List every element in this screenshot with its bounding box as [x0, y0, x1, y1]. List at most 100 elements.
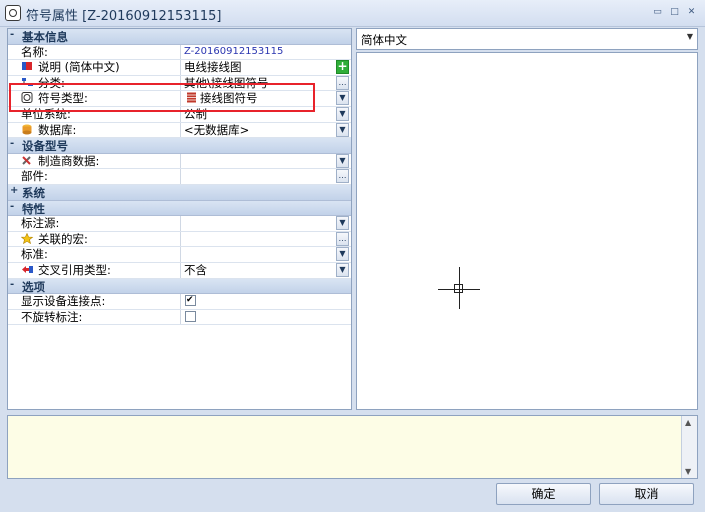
property-row[interactable]: 数据库: <无数据库> ▼ [8, 122, 351, 139]
property-value[interactable] [182, 310, 337, 325]
property-row[interactable]: 不旋转标注: [8, 309, 351, 326]
highlight-box [9, 83, 315, 112]
checkbox[interactable] [185, 294, 196, 307]
vertical-scrollbar[interactable]: ▲ ▼ [681, 416, 697, 478]
property-row[interactable]: 部件: … [8, 169, 351, 185]
category-header[interactable]: - 选项 [8, 278, 351, 295]
language-select[interactable]: 简体中文 ▼ [356, 28, 698, 50]
category-header[interactable]: + 系统 [8, 184, 351, 201]
property-value[interactable]: <无数据库> [182, 123, 337, 138]
property-row[interactable]: 交叉引用类型: 不含 ▼ [8, 262, 351, 279]
tools-icon [21, 155, 34, 166]
property-name-text: 名称: [21, 44, 48, 59]
category-label: 系统 [22, 185, 45, 200]
dropdown-button[interactable]: ▼ [336, 247, 349, 262]
property-name: 名称: [8, 44, 181, 60]
chevron-down-icon: ▼ [686, 32, 693, 41]
category-label: 特性 [22, 201, 45, 216]
symbol-preview[interactable] [356, 52, 698, 410]
category-header[interactable]: - 基本信息 [8, 29, 351, 45]
property-value-text: 电线接线图 [184, 60, 242, 75]
ok-button[interactable]: 确定 [496, 483, 591, 505]
database-icon [21, 124, 34, 135]
property-name-text: 标注源: [21, 216, 60, 231]
close-icon[interactable]: ✕ [686, 7, 697, 17]
property-value-text: Z-20160912153115 [184, 45, 284, 57]
property-name: 关联的宏: [8, 231, 181, 247]
description-textarea[interactable]: ▲ ▼ [7, 415, 698, 479]
ellipsis-button[interactable]: … [336, 75, 349, 90]
dropdown-button[interactable]: ▼ [336, 153, 349, 168]
collapse-icon[interactable]: - [10, 138, 20, 149]
collapse-icon[interactable]: - [10, 29, 20, 40]
app-icon [5, 5, 21, 21]
collapse-icon[interactable]: - [10, 201, 20, 212]
category-label: 设备型号 [22, 139, 68, 154]
category-header[interactable]: - 特性 [8, 200, 351, 217]
property-value[interactable]: Z-20160912153115 [182, 45, 337, 60]
property-name: 显示设备连接点: [8, 294, 181, 309]
add-button[interactable]: + [336, 60, 349, 75]
dropdown-button[interactable]: ▼ [336, 216, 349, 231]
category-header[interactable]: - 设备型号 [8, 138, 351, 154]
flag-icon [21, 61, 34, 72]
window-controls: ▭ □ ✕ [652, 7, 697, 17]
expand-icon[interactable]: + [10, 185, 20, 196]
property-value-text: 不含 [184, 262, 207, 277]
property-name-text: 不旋转标注: [21, 309, 83, 324]
property-name-text: 数据库: [38, 122, 77, 137]
ellipsis-button[interactable]: … [336, 169, 349, 184]
category-label: 选项 [22, 279, 45, 294]
property-row[interactable]: 名称: Z-20160912153115 [8, 44, 351, 61]
language-select-value: 简体中文 [361, 33, 407, 47]
property-name: 交叉引用类型: [8, 262, 181, 278]
property-value[interactable]: 不含 [182, 263, 337, 278]
property-name: 数据库: [8, 122, 181, 138]
property-value[interactable] [182, 232, 337, 247]
maximize-icon[interactable]: □ [669, 7, 680, 17]
cancel-button[interactable]: 取消 [599, 483, 694, 505]
dropdown-button[interactable]: ▼ [336, 122, 349, 137]
crosshair-icon [454, 284, 463, 293]
category-label: 基本信息 [22, 30, 68, 44]
property-row[interactable]: 显示设备连接点: [8, 294, 351, 310]
scroll-down-icon[interactable]: ▼ [685, 467, 691, 476]
window-title: 符号属性 [Z-20160912153115] [26, 9, 222, 24]
property-name-text: 显示设备连接点: [21, 294, 106, 309]
minimize-icon[interactable]: ▭ [652, 7, 663, 17]
property-name: 说明 (简体中文) [8, 60, 181, 75]
title-bar: 符号属性 [Z-20160912153115] ▭ □ ✕ [0, 0, 705, 27]
checkbox[interactable] [185, 310, 196, 322]
property-name: 制造商数据: [8, 153, 181, 169]
property-value[interactable] [182, 169, 337, 184]
property-value[interactable] [182, 294, 337, 309]
property-name-text: 标准: [21, 247, 48, 262]
property-value[interactable] [182, 216, 337, 231]
property-name-text: 部件: [21, 169, 48, 184]
property-value-text: <无数据库> [184, 122, 250, 137]
property-name: 部件: [8, 169, 181, 184]
property-name-text: 关联的宏: [38, 231, 88, 246]
property-name-text: 制造商数据: [38, 153, 100, 168]
property-value[interactable] [182, 247, 337, 262]
star-icon [20, 232, 34, 244]
property-row[interactable]: 标准: ▼ [8, 247, 351, 263]
property-row[interactable]: 制造商数据: ▼ [8, 153, 351, 170]
property-row[interactable]: 关联的宏: … [8, 231, 351, 248]
property-value[interactable] [182, 154, 337, 169]
property-value[interactable]: 电线接线图 [182, 60, 337, 75]
property-row[interactable]: 标注源: ▼ [8, 216, 351, 232]
property-name-text: 说明 (简体中文) [38, 60, 120, 75]
collapse-icon[interactable]: - [10, 279, 20, 290]
scroll-up-icon[interactable]: ▲ [685, 418, 691, 427]
dropdown-button[interactable]: ▼ [336, 91, 349, 106]
property-name-text: 交叉引用类型: [38, 262, 111, 277]
dropdown-button[interactable]: ▼ [336, 262, 349, 277]
property-name: 标注源: [8, 216, 181, 231]
property-name: 不旋转标注: [8, 309, 181, 325]
property-name: 标准: [8, 247, 181, 262]
ellipsis-button[interactable]: … [336, 231, 349, 246]
dropdown-button[interactable]: ▼ [336, 106, 349, 121]
crossref-icon [21, 264, 34, 275]
property-row[interactable]: 说明 (简体中文) 电线接线图 + [8, 60, 351, 76]
